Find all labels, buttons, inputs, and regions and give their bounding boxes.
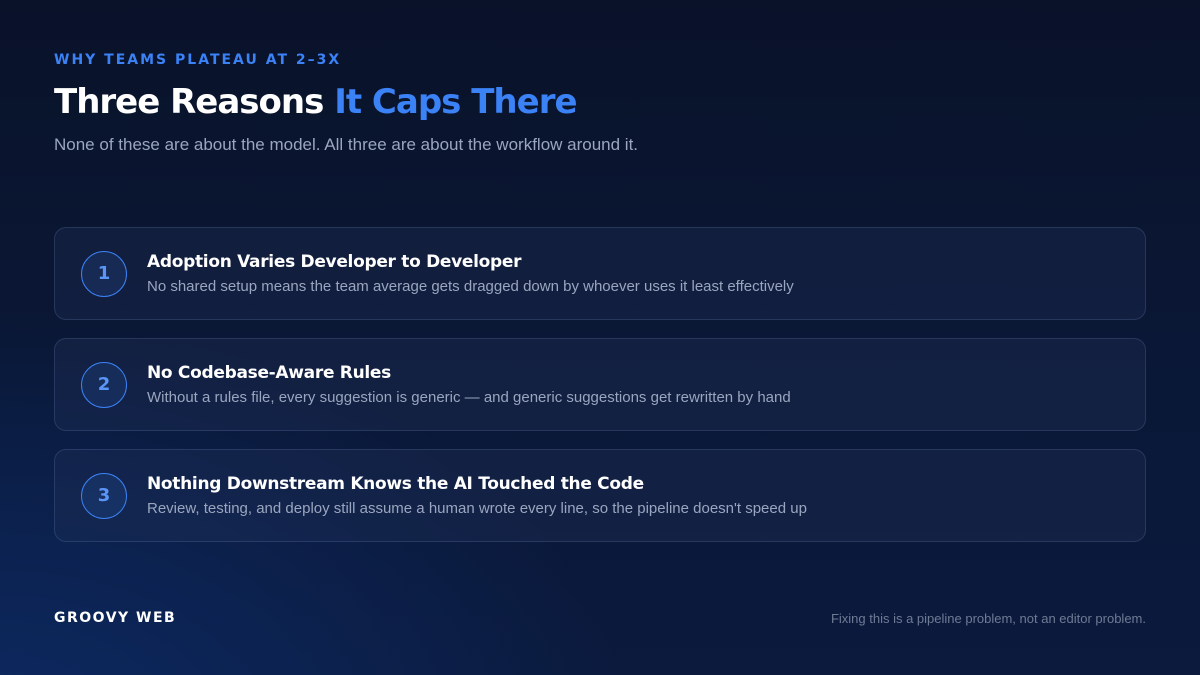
reason-number-badge: 2 — [81, 361, 127, 408]
reason-number-badge: 3 — [81, 472, 127, 519]
reason-description: Review, testing, and deploy still assume… — [147, 500, 807, 517]
reason-card-3: 3 Nothing Downstream Knows the AI Touche… — [54, 449, 1146, 542]
reason-description: No shared setup means the team average g… — [147, 278, 794, 295]
title-main: Three Reasons — [54, 82, 335, 122]
reasons-list: 1 Adoption Varies Developer to Developer… — [54, 227, 1146, 542]
reason-title: Adoption Varies Developer to Developer — [147, 252, 522, 272]
reason-number-badge: 1 — [81, 250, 127, 297]
reason-card-1: 1 Adoption Varies Developer to Developer… — [54, 227, 1146, 320]
reason-title: No Codebase-Aware Rules — [147, 363, 391, 383]
footer-note: Fixing this is a pipeline problem, not a… — [830, 611, 1146, 626]
reason-card-2: 2 No Codebase-Aware Rules Without a rule… — [54, 338, 1146, 431]
page-title: Three Reasons It Caps There — [54, 82, 578, 122]
reason-title: Nothing Downstream Knows the AI Touched … — [147, 474, 644, 494]
slide: WHY TEAMS PLATEAU AT 2–3X Three Reasons … — [0, 0, 1200, 675]
eyebrow-label: WHY TEAMS PLATEAU AT 2–3X — [54, 52, 342, 68]
page-subtitle: None of these are about the model. All t… — [54, 135, 639, 154]
reason-text: Adoption Varies Developer to Developer N… — [147, 252, 794, 295]
reason-text: No Codebase-Aware Rules Without a rules … — [147, 363, 791, 406]
title-accent: It Caps There — [334, 82, 577, 122]
reason-description: Without a rules file, every suggestion i… — [147, 389, 791, 406]
reason-text: Nothing Downstream Knows the AI Touched … — [147, 474, 807, 517]
brand-logo-text: GROOVY WEB — [54, 610, 177, 626]
